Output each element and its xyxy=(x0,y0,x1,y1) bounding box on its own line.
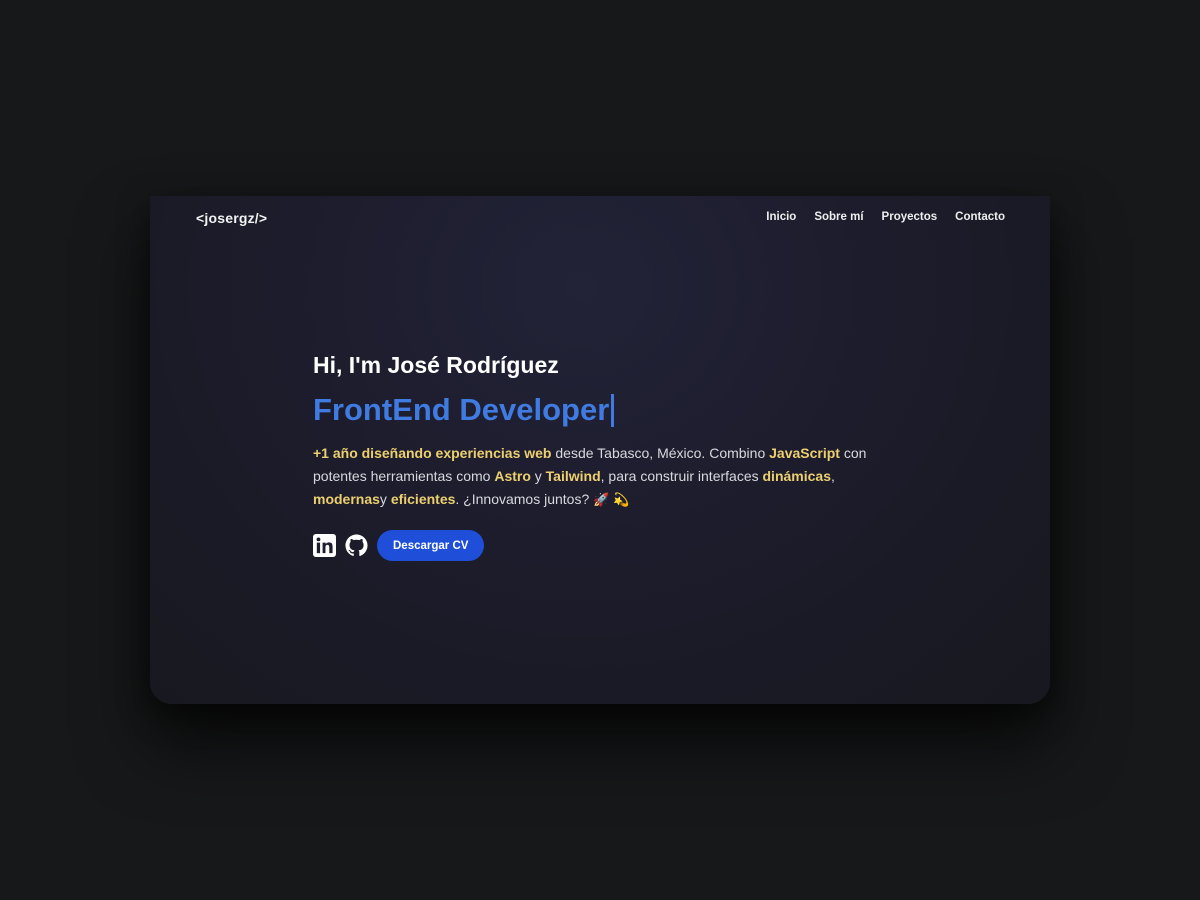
desc-text: y xyxy=(379,491,391,507)
highlight-eficientes: eficientes xyxy=(390,491,456,507)
linkedin-icon[interactable] xyxy=(313,534,336,557)
highlight-tailwind: Tailwind xyxy=(545,468,601,484)
nav-item-proyectos[interactable]: Proyectos xyxy=(882,211,938,223)
highlight-experience: +1 año diseñando experiencias web xyxy=(313,445,552,461)
desc-text: , xyxy=(830,468,835,484)
nav-item-sobre-mi[interactable]: Sobre mí xyxy=(814,211,863,223)
highlight-astro: Astro xyxy=(494,468,531,484)
highlight-dinamicas: dinámicas xyxy=(762,468,831,484)
navbar: <josergz/> Inicio Sobre mí Proyectos Con… xyxy=(150,196,1050,240)
github-icon[interactable] xyxy=(345,534,368,557)
desc-text: desde Tabasco, México. Combino xyxy=(551,445,770,461)
hero-section: Hi, I'm José Rodríguez FrontEnd Develope… xyxy=(313,350,913,561)
typing-caret xyxy=(611,393,615,427)
rocket-icon: 🚀 xyxy=(593,493,610,508)
download-cv-button[interactable]: Descargar CV xyxy=(377,530,485,561)
hero-greeting: Hi, I'm José Rodríguez xyxy=(313,352,559,378)
desc-text: . ¿Innovamos juntos? xyxy=(455,491,594,507)
highlight-modernas: modernas xyxy=(313,491,380,507)
desc-text: , para construir interfaces xyxy=(600,468,763,484)
role-text: FrontEnd Developer xyxy=(313,392,610,427)
hero-description: +1 año diseñando experiencias web desde … xyxy=(313,442,893,512)
page-background: <josergz/> Inicio Sobre mí Proyectos Con… xyxy=(0,0,1200,900)
hero-role: FrontEnd Developer xyxy=(313,392,913,428)
hero-actions: Descargar CV xyxy=(313,530,913,561)
highlight-javascript: JavaScript xyxy=(769,445,840,461)
desc-text: y xyxy=(530,468,546,484)
dizzy-icon: 💫 xyxy=(613,493,630,508)
nav-item-contacto[interactable]: Contacto xyxy=(955,211,1005,223)
portfolio-window: <josergz/> Inicio Sobre mí Proyectos Con… xyxy=(150,196,1050,704)
nav-menu: Inicio Sobre mí Proyectos Contacto xyxy=(766,211,1005,223)
nav-item-inicio[interactable]: Inicio xyxy=(766,211,796,223)
site-logo[interactable]: <josergz/> xyxy=(196,210,267,226)
